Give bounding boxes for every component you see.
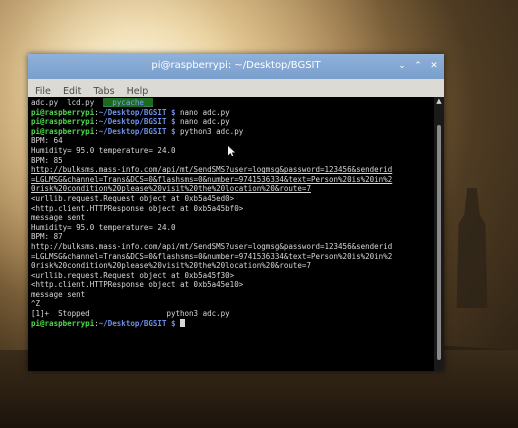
scroll-up-icon[interactable]: ▲ [435,97,443,105]
output-line: Humidity= 95.0 temperature= 24.0 [31,222,176,232]
prompt-path: ~/Desktop/BGSIT $ [98,318,176,328]
url-line[interactable]: =LGLMSG&channel=Trans&DCS=0&flashsms=0&n… [31,175,434,185]
pycache-dir: __pycache__ [103,98,153,107]
command-text: nano adc.py [180,107,230,117]
output-line: ^Z [31,299,41,309]
scrollbar-thumb[interactable] [437,125,441,360]
output-line: 0risk%20condition%20please%20visit%20the… [31,261,311,271]
active-prompt[interactable]: pi@raspberrypi:~/Desktop/BGSIT $ [31,318,434,329]
output-line: <http.client.HTTPResponse object at 0xb5… [31,203,244,213]
output-line: BPM: 87 [31,232,63,242]
url-line[interactable]: http://bulksms.mass-info.com/api/mt/Send… [31,165,434,175]
command-line: pi@raspberrypi:~/Desktop/BGSIT $ nano ad… [31,117,230,127]
output-line: [1]+ Stopped python3 adc.py [31,309,230,319]
menu-help[interactable]: Help [127,86,149,97]
command-line: pi@raspberrypi:~/Desktop/BGSIT $ python3… [31,126,244,136]
output-line: <http.client.HTTPResponse object at 0xb5… [31,280,244,290]
window-title: pi@raspberrypi: ~/Desktop/BGSIT [151,60,321,71]
output-line: BPM: 64 [31,136,63,146]
output-line: http://bulksms.mass-info.com/api/mt/Send… [31,241,393,251]
prompt-path: ~/Desktop/BGSIT $ [98,107,176,117]
output-line: message sent [31,289,86,299]
prompt-path: ~/Desktop/BGSIT $ [98,117,176,127]
menu-tabs[interactable]: Tabs [94,86,115,97]
output-line: message sent [31,213,86,223]
maximize-icon[interactable]: ⌃ [412,60,424,72]
prompt-user: pi@raspberrypi [31,107,95,117]
text-cursor [180,318,186,327]
close-icon[interactable]: ✕ [428,60,440,72]
menu-file[interactable]: File [35,86,51,97]
file-listing: adc.py lcd.py __pycache__ [31,98,434,108]
output-line: =LGLMSG&channel=Trans&DCS=0&flashsms=0&n… [31,251,393,261]
minimize-icon[interactable]: ⌄ [396,60,408,72]
menu-edit[interactable]: Edit [63,86,81,97]
command-text: nano adc.py [180,117,230,127]
output-line: <urllib.request.Request object at 0xb5a4… [31,270,235,280]
prompt-user: pi@raspberrypi [31,318,95,328]
url-line[interactable]: 0risk%20condition%20please%20visit%20the… [31,184,434,194]
prompt-path: ~/Desktop/BGSIT $ [98,126,176,136]
terminal-scrollbar[interactable]: ▲ [434,97,444,371]
prompt-user: pi@raspberrypi [31,126,95,136]
output-line: BPM: 85 [31,155,63,165]
window-titlebar[interactable]: pi@raspberrypi: ~/Desktop/BGSIT ⌄ ⌃ ✕ [28,54,444,79]
menu-bar: File Edit Tabs Help [28,79,444,97]
terminal-output[interactable]: adc.py lcd.py __pycache__ pi@raspberrypi… [28,97,434,371]
command-line: pi@raspberrypi:~/Desktop/BGSIT $ nano ad… [31,107,230,117]
output-line: <urllib.request.Request object at 0xb5a4… [31,193,235,203]
file-list: adc.py lcd.py [31,98,104,107]
terminal-window: pi@raspberrypi: ~/Desktop/BGSIT ⌄ ⌃ ✕ Fi… [28,54,444,371]
command-text: python3 adc.py [180,126,244,136]
prompt-user: pi@raspberrypi [31,117,95,127]
